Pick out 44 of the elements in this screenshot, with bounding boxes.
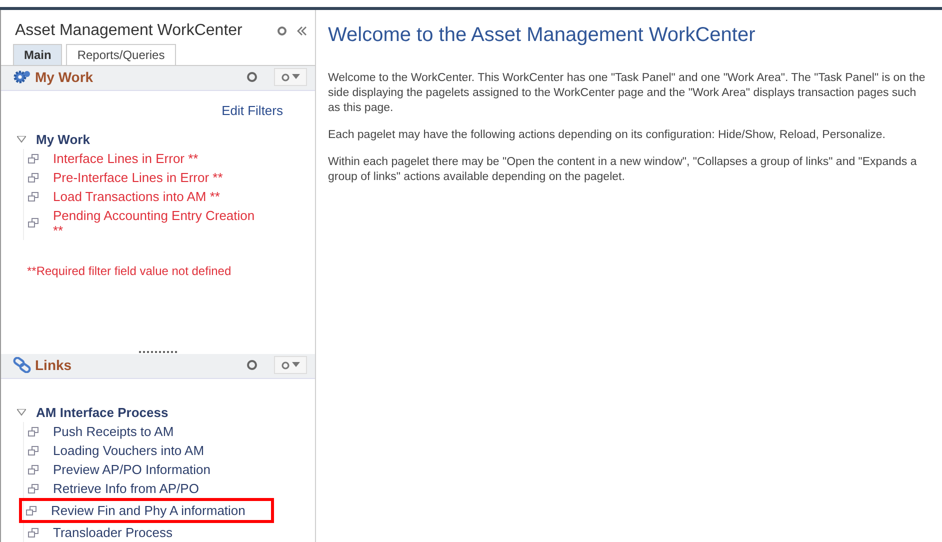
collapse-triangle-icon[interactable]	[17, 409, 26, 416]
menu-link[interactable]: Preview AP/PO Information	[53, 462, 211, 477]
window-icon	[28, 484, 39, 494]
settings-menu-button[interactable]	[274, 68, 307, 86]
menu-link[interactable]: Review Fin and Phy A information	[51, 503, 246, 518]
window-icon	[28, 172, 39, 182]
menu-link[interactable]: Retrieve Info from AP/PO	[53, 481, 199, 496]
chain-link-icon	[13, 357, 31, 373]
menu-link[interactable]: Loading Vouchers into AM	[53, 443, 204, 458]
resize-handle[interactable]	[139, 351, 177, 353]
window-icon	[28, 426, 39, 436]
gear-icon	[281, 72, 290, 82]
menu-link[interactable]: Transloader Process	[53, 525, 172, 540]
menu-link[interactable]: Interface Lines in Error **	[53, 151, 198, 166]
panel-title: Asset Management WorkCenter	[15, 22, 244, 40]
group-label[interactable]: AM Interface Process	[36, 405, 168, 420]
window-icon	[28, 218, 39, 228]
caret-icon	[292, 74, 300, 80]
required-note: **Required filter field value not defined	[26, 263, 232, 278]
gear-icon	[13, 69, 31, 85]
window-icon	[28, 446, 39, 456]
group-label[interactable]: My Work	[36, 132, 90, 147]
paragraph: Within each pagelet there may be "Open the content in a new window", "Collapses a group of links" and "Expands a group of links" actions available depending on the pagelet.	[328, 155, 918, 185]
window-icon	[28, 192, 39, 202]
gear-icon	[281, 360, 290, 370]
window-icon	[28, 528, 39, 538]
edit-filters-link[interactable]: Edit Filters	[222, 103, 283, 118]
collapse-triangle-icon[interactable]	[17, 136, 26, 143]
tab[interactable]: Reports/Queries	[66, 44, 176, 65]
menu-link[interactable]: Pending Accounting Entry Creation **	[53, 208, 267, 238]
window-icon	[28, 464, 39, 474]
menu-link[interactable]: Push Receipts to AM	[53, 424, 174, 439]
paragraph: Welcome to the WorkCenter. This WorkCenter has one "Task Panel" and one "Work Area". The "Task Panel" is on the side displaying the pagelets assigned to the WorkCenter page and the "Work Area" displays transaction pages such as this page.	[328, 71, 926, 116]
tab[interactable]: Main	[13, 44, 62, 65]
welcome-heading: Welcome to the Asset Management WorkCenter	[328, 24, 756, 47]
window-icon	[26, 506, 37, 516]
caret-icon	[292, 362, 300, 368]
collapse-panel-icon[interactable]	[297, 26, 307, 36]
window-icon	[28, 154, 39, 164]
settings-menu-button[interactable]	[274, 356, 307, 374]
menu-link[interactable]: Load Transactions into AM **	[53, 189, 220, 204]
paragraph: Each pagelet may have the following actions depending on its configuration: Hide/Show, Reload, Personalize.	[328, 128, 886, 143]
menu-link[interactable]: Pre-Interface Lines in Error **	[53, 170, 223, 185]
settings-icon[interactable]	[277, 26, 287, 36]
